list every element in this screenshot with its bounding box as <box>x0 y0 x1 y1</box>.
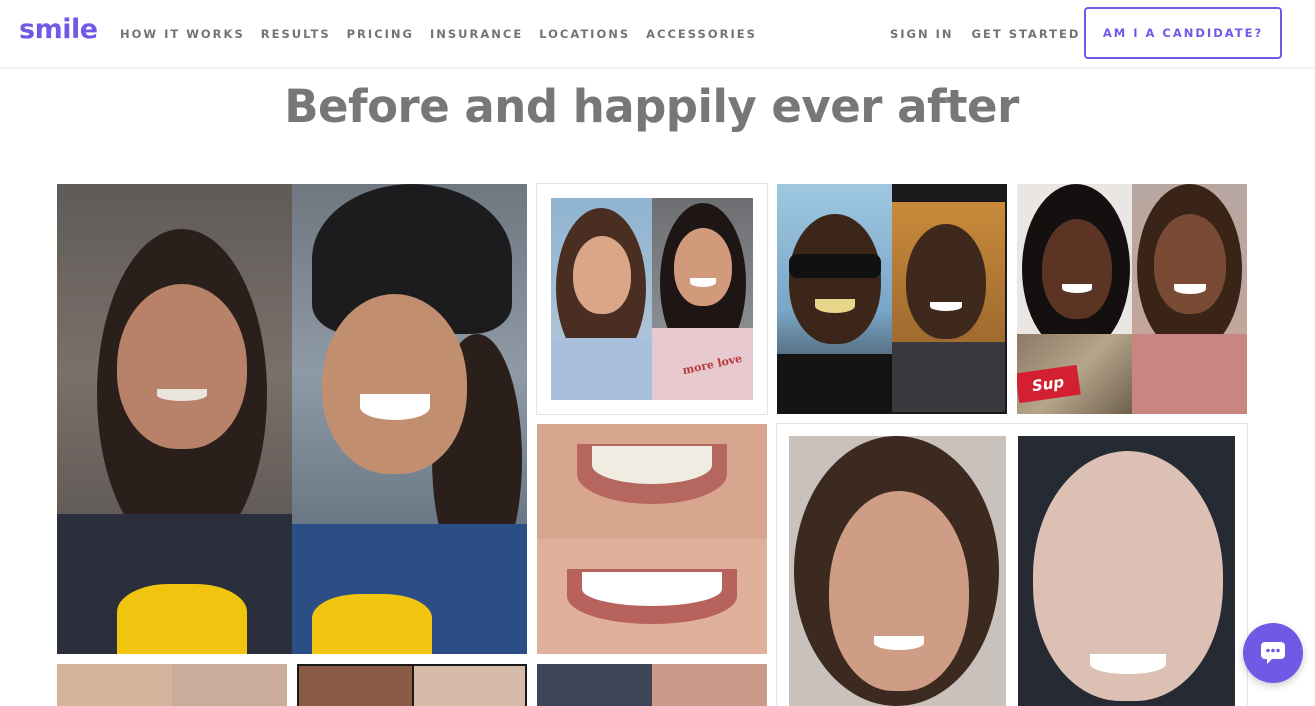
before-photo <box>537 424 767 539</box>
nav-accessories[interactable]: ACCESSORIES <box>646 27 757 41</box>
smile-shape <box>157 389 207 401</box>
smile-shape <box>815 299 855 313</box>
after-photo <box>172 664 287 706</box>
sunglasses <box>789 254 881 278</box>
top-navigation-bar: smile HOW IT WORKS RESULTS PRICING INSUR… <box>0 0 1315 68</box>
smile-shape <box>930 302 962 311</box>
nav-pricing[interactable]: PRICING <box>347 27 414 41</box>
gallery-photo-teeth-closeup[interactable] <box>537 424 767 654</box>
after-photo <box>1132 184 1247 414</box>
before-photo <box>299 666 412 706</box>
face-shape <box>322 294 467 474</box>
face-shape <box>829 491 969 691</box>
face-shape <box>906 224 986 339</box>
face-shape <box>1042 219 1112 319</box>
face-shape <box>789 214 881 344</box>
gallery-photo-woman-floral[interactable]: more love <box>537 184 767 414</box>
am-i-a-candidate-button[interactable]: AM I A CANDIDATE? <box>1084 7 1282 59</box>
before-photo <box>57 184 292 654</box>
shirt-shape <box>892 342 1005 412</box>
after-photo <box>292 184 527 654</box>
gallery-photo-bottom-1[interactable] <box>57 664 287 706</box>
before-photo: Sup <box>1017 184 1132 414</box>
smile-shape <box>874 636 924 650</box>
before-photo <box>777 184 892 414</box>
teeth-shape <box>592 446 712 484</box>
get-started-link[interactable]: GET STARTED <box>972 27 1081 41</box>
nav-results[interactable]: RESULTS <box>261 27 331 41</box>
penguin-logo <box>117 584 247 654</box>
after-photo: more love <box>652 198 753 400</box>
nav-how-it-works[interactable]: HOW IT WORKS <box>120 27 245 41</box>
before-photo <box>537 664 652 706</box>
gallery-photo-woman-camo[interactable]: Sup <box>1017 184 1247 414</box>
floral-top <box>551 338 652 400</box>
sign-in-link[interactable]: SIGN IN <box>890 27 954 41</box>
nav-locations[interactable]: LOCATIONS <box>539 27 630 41</box>
smile-shape <box>1090 654 1166 674</box>
face-shape <box>117 284 247 449</box>
teeth-shape <box>582 572 722 606</box>
gallery-photo-man-sunglasses[interactable] <box>777 184 1007 414</box>
after-photo <box>1018 436 1235 706</box>
penguin-logo <box>312 594 432 654</box>
smile-shape <box>690 278 716 287</box>
smile-shape <box>1062 284 1092 293</box>
face-shape <box>1154 214 1226 314</box>
pink-top <box>1132 334 1247 414</box>
after-photo <box>892 202 1005 412</box>
main-nav: HOW IT WORKS RESULTS PRICING INSURANCE L… <box>120 27 773 41</box>
gallery-photo-woman-large[interactable] <box>777 424 1247 706</box>
chat-button[interactable] <box>1243 623 1303 683</box>
smile-logo[interactable]: smile <box>19 14 98 45</box>
shirt-shape <box>777 354 892 414</box>
after-photo <box>414 666 525 706</box>
page-title: Before and happily ever after <box>284 80 1019 133</box>
nav-insurance[interactable]: INSURANCE <box>430 27 523 41</box>
smile-shape <box>1174 284 1206 294</box>
before-photo <box>57 664 172 706</box>
before-photo <box>789 436 1006 706</box>
smile-shape <box>360 394 430 420</box>
gallery-photo-bottom-2[interactable] <box>297 664 527 706</box>
gallery-photo-man-hockey-shirt[interactable] <box>57 184 527 654</box>
gallery-photo-bottom-3[interactable] <box>537 664 767 706</box>
face-shape <box>573 236 631 314</box>
before-photo <box>551 198 652 400</box>
after-photo <box>537 539 767 654</box>
after-photo <box>652 664 767 706</box>
chat-bubble-icon <box>1261 642 1285 664</box>
face-shape <box>674 228 732 306</box>
account-nav: SIGN IN GET STARTED <box>890 27 1098 41</box>
